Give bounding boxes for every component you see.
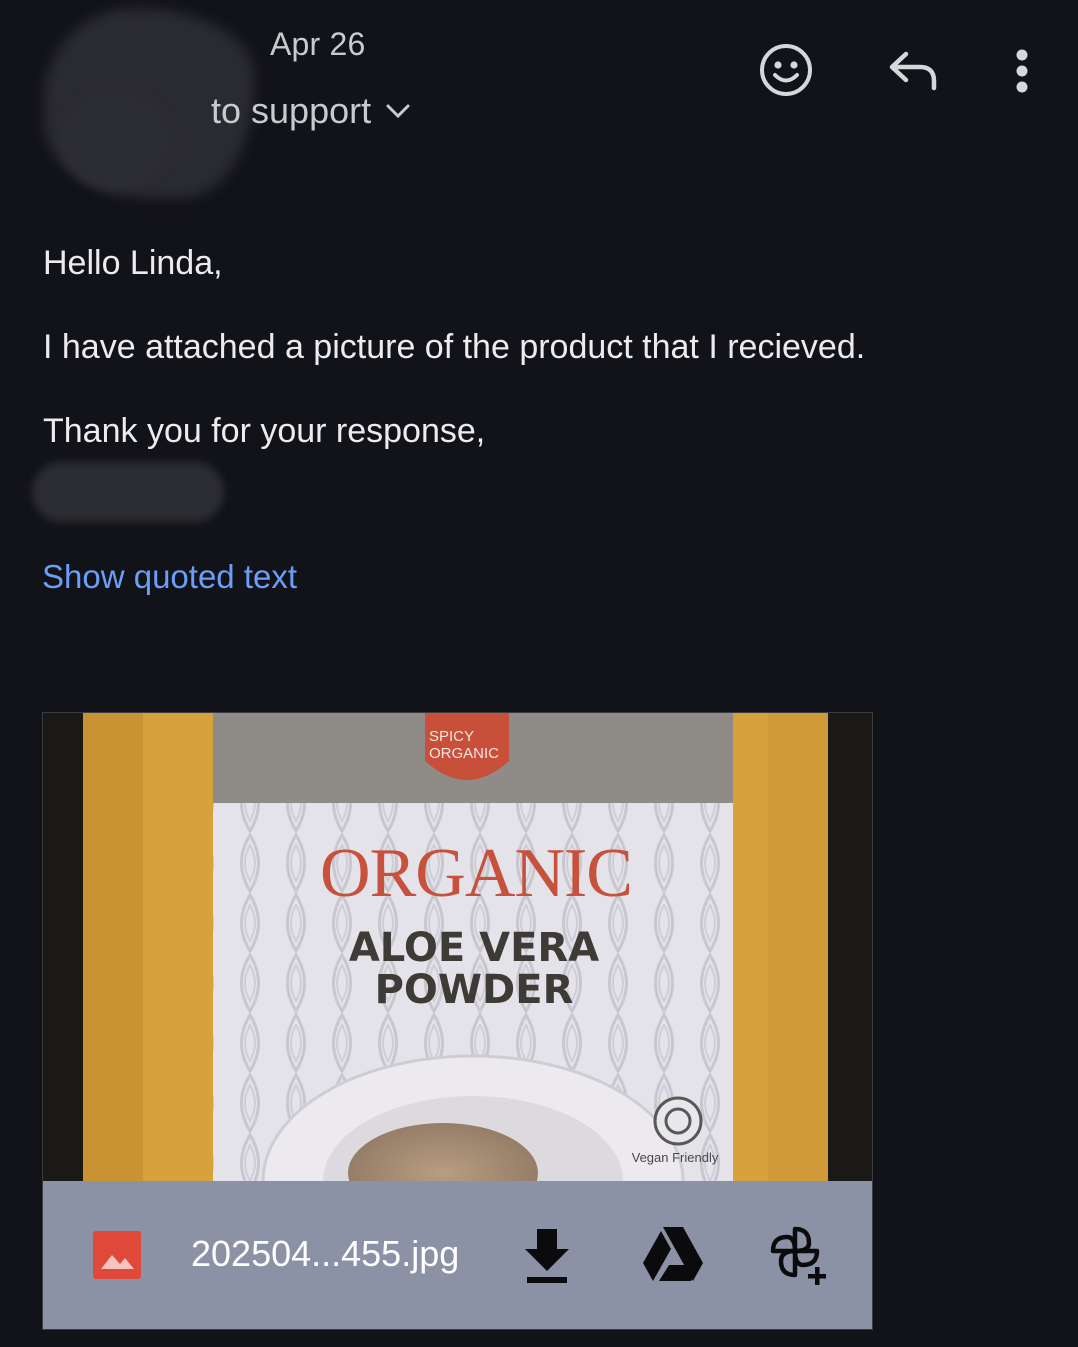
recipient-toggle[interactable]: to support [211,90,411,132]
brand-line1: SPICY [429,728,474,745]
product-photo: SPICY ORGANIC ORGANIC ALOE VERA POWDER V… [43,713,872,1181]
more-options-button[interactable] [998,40,1046,102]
image-file-icon [93,1231,141,1279]
reply-icon [889,51,937,91]
attachment-bar: 202504...455.jpg [43,1181,872,1329]
add-to-photos-button[interactable] [765,1221,833,1289]
message-date: Apr 26 [270,26,366,62]
signature-redacted [32,462,224,522]
message-closing: Thank you for your response, [43,412,486,450]
show-quoted-text-link[interactable]: Show quoted text [42,558,297,596]
reply-button[interactable] [882,40,944,100]
download-icon [525,1229,569,1283]
brand-line2: ORGANIC [429,745,499,762]
download-button[interactable] [521,1221,573,1287]
attachment-card[interactable]: SPICY ORGANIC ORGANIC ALOE VERA POWDER V… [42,712,873,1330]
emoji-reaction-icon [760,44,812,96]
chevron-down-icon [386,104,410,119]
attachment-preview-image[interactable]: SPICY ORGANIC ORGANIC ALOE VERA POWDER V… [43,713,872,1181]
product-line1: ALOE VERA [349,925,599,971]
product-line2: POWDER [375,967,574,1013]
product-headline: ORGANIC [320,835,632,912]
emoji-reaction-button[interactable] [756,40,816,100]
google-drive-icon [643,1227,703,1281]
vegan-badge-label: Vegan Friendly [632,1150,719,1165]
save-to-drive-button[interactable] [641,1223,705,1285]
message-body: I have attached a picture of the product… [43,328,866,366]
recipient-label: to support [211,90,372,131]
attachment-file-name[interactable]: 202504...455.jpg [191,1233,459,1275]
message-greeting: Hello Linda, [43,244,223,282]
more-vertical-icon [1016,49,1028,93]
sender-avatar-redacted-shadow [60,90,170,190]
add-to-photos-icon [770,1226,826,1285]
